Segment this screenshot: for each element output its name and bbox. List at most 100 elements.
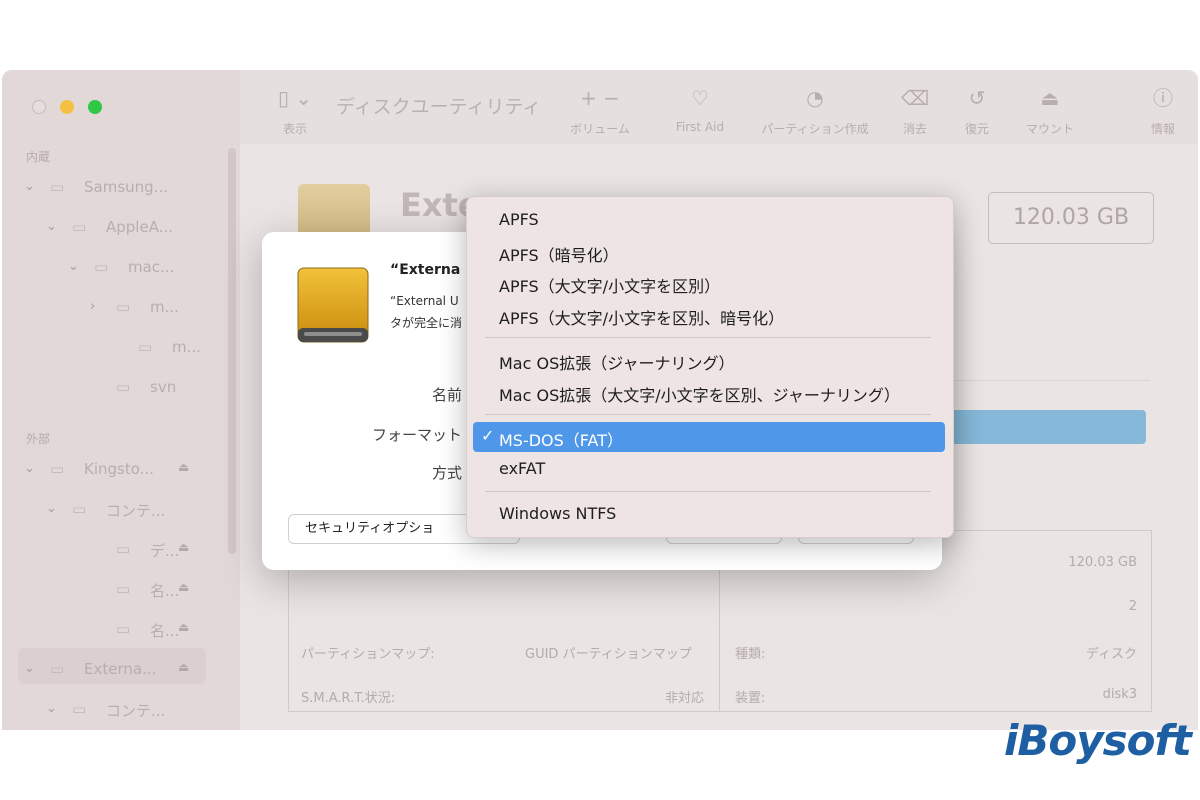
erase-label: 消去: [902, 122, 927, 136]
partition-map-label: パーティションマップ:: [301, 647, 435, 662]
device-value: disk3: [1102, 687, 1137, 702]
mount-icon: ⏏: [1040, 86, 1060, 110]
format-option-label: MS-DOS（FAT）: [499, 431, 624, 450]
type-label: 種類:: [735, 647, 766, 662]
sidebar-item[interactable]: ⌄ ▭ コンテ...: [2, 498, 240, 524]
format-option[interactable]: APFS: [473, 205, 945, 235]
sidebar-scrollbar[interactable]: [228, 148, 236, 554]
restore-button[interactable]: ↺ 復元: [952, 86, 1002, 137]
volume-icon: + −: [580, 86, 620, 110]
disk-icon: ▭: [72, 700, 87, 718]
format-option-label: APFS（大文字/小文字を区別、暗号化）: [499, 308, 785, 328]
zoom-window-button[interactable]: [88, 100, 102, 114]
sidebar-item[interactable]: › ▭ m...: [2, 296, 240, 322]
partition-button[interactable]: ◔ パーティション作成: [740, 86, 890, 137]
sidebar-item[interactable]: ⌄ ▭ Externa... ⏏: [2, 658, 240, 684]
eject-icon[interactable]: ⏏: [178, 660, 189, 674]
close-window-button[interactable]: [32, 100, 46, 114]
chevron-down-icon[interactable]: ⌄: [24, 461, 35, 476]
sidebar-item[interactable]: ▭ 名... ⏏: [2, 578, 240, 604]
eject-icon[interactable]: ⏏: [178, 580, 189, 594]
mount-button[interactable]: ⏏ マウント: [1010, 86, 1090, 137]
chevron-down-icon[interactable]: ⌄: [46, 701, 57, 716]
partition-map-value: GUID パーティションマップ: [525, 647, 692, 662]
chevron-down-icon[interactable]: ⌄: [24, 179, 35, 194]
menu-separator: [485, 414, 931, 415]
capacity-box: 120.03 GB: [988, 192, 1154, 244]
sidebar-item[interactable]: ▭ m...: [2, 336, 240, 362]
capacity-value: 120.03 GB: [1068, 555, 1137, 570]
sidebar-item[interactable]: ⌄ ▭ AppleA...: [2, 216, 240, 242]
format-option[interactable]: Mac OS拡張（ジャーナリング）: [473, 345, 945, 375]
sidebar-item[interactable]: ▭ 名... ⏏: [2, 618, 240, 644]
chevron-down-icon[interactable]: ⌄: [46, 501, 57, 516]
chevron-right-icon[interactable]: ›: [90, 299, 95, 314]
sidebar: 内蔵 ⌄ ▭ Samsung... ⌄ ▭ AppleA... ⌄ ▭ mac... › ▭ m...…: [2, 70, 241, 730]
disk-icon: ▭: [116, 580, 131, 598]
sidebar-item[interactable]: ▭ svn: [2, 376, 240, 402]
external-drive-icon: [297, 267, 369, 343]
external-section-header: 外部: [26, 432, 51, 446]
disk-icon: ▭: [72, 500, 87, 518]
eject-icon[interactable]: ⏏: [178, 460, 189, 474]
sidebar-toggle-icon: ▯ ⌄: [277, 86, 313, 110]
chevron-down-icon[interactable]: ⌄: [46, 219, 57, 234]
format-label: フォーマット: [371, 426, 462, 444]
format-option-label: APFS: [499, 210, 539, 229]
toolbar: ▯ ⌄ 表示 ディスクユーティリティ + − ボリューム ♡ First Aid ◔ パー…: [240, 70, 1198, 145]
menu-separator: [485, 491, 931, 492]
sidebar-item-label: m...: [172, 338, 201, 356]
sidebar-item[interactable]: ⌄ ▭ Kingsto... ⏏: [2, 458, 240, 484]
sidebar-item-label: Samsung...: [84, 178, 168, 196]
format-option[interactable]: exFAT: [473, 454, 945, 484]
format-option-label: Mac OS拡張（ジャーナリング）: [499, 354, 735, 373]
format-option-label: Windows NTFS: [499, 504, 617, 523]
format-option[interactable]: APFS（大文字/小文字を区別）: [473, 268, 945, 298]
checkmark-icon: ✓: [481, 426, 495, 445]
erase-icon: ⌫: [900, 86, 930, 110]
usage-bar: [940, 410, 1146, 444]
restore-label: 復元: [964, 122, 989, 136]
disk-icon: ▭: [116, 620, 131, 638]
sidebar-item-label: m...: [150, 298, 179, 316]
sidebar-item-label: Externa...: [84, 660, 157, 678]
volume-button[interactable]: + − ボリューム: [570, 86, 630, 137]
sidebar-item[interactable]: ⌄ ▭ mac...: [2, 256, 240, 282]
sidebar-item[interactable]: ▭ デ... ⏏: [2, 538, 240, 564]
volume-label: ボリューム: [570, 122, 630, 136]
info-label: 情報: [1150, 122, 1175, 136]
mount-label: マウント: [1025, 122, 1074, 136]
format-option[interactable]: APFS（暗号化）: [473, 237, 945, 267]
erase-button[interactable]: ⌫ 消去: [890, 86, 940, 137]
format-option[interactable]: Windows NTFS: [473, 499, 945, 529]
menu-separator: [485, 337, 931, 338]
first-aid-button[interactable]: ♡ First Aid: [660, 86, 740, 134]
first-aid-label: First Aid: [675, 120, 725, 134]
info-button[interactable]: ⓘ 情報: [1140, 86, 1186, 137]
name-label: 名前: [431, 386, 462, 404]
view-label: 表示: [282, 122, 307, 136]
sidebar-item-label: コンテ...: [106, 502, 166, 520]
sidebar-item-label: デ...: [150, 542, 180, 560]
format-option[interactable]: Mac OS拡張（大文字/小文字を区別、ジャーナリング）: [473, 377, 945, 407]
sidebar-item[interactable]: ⌄ ▭ Samsung...: [2, 176, 240, 202]
minimize-window-button[interactable]: [60, 100, 74, 114]
view-button[interactable]: ▯ ⌄ 表示: [270, 86, 320, 137]
sidebar-item-label: mac...: [128, 258, 175, 276]
sidebar-item[interactable]: ⌄ ▭ コンテ...: [2, 698, 240, 724]
chevron-down-icon[interactable]: ⌄: [24, 661, 35, 676]
disk-icon: ▭: [116, 298, 131, 316]
format-option[interactable]: APFS（大文字/小文字を区別、暗号化）: [473, 300, 945, 330]
format-option[interactable]: ✓ MS-DOS（FAT）: [473, 422, 945, 452]
smart-status-label: S.M.A.R.T.状況:: [301, 691, 396, 706]
disk-icon: ▭: [138, 338, 153, 356]
sidebar-item-label: svn: [150, 378, 177, 396]
format-dropdown-menu: APFS APFS（暗号化） APFS（大文字/小文字を区別） APFS（大文字/小文…: [466, 196, 954, 538]
dialog-message-line1: “External U: [390, 294, 459, 308]
disk-icon: ▭: [50, 460, 65, 478]
chevron-down-icon[interactable]: ⌄: [68, 259, 79, 274]
eject-icon[interactable]: ⏏: [178, 540, 189, 554]
sidebar-item-label: 名...: [150, 582, 180, 600]
eject-icon[interactable]: ⏏: [178, 620, 189, 634]
disk-icon: ▭: [50, 660, 65, 678]
